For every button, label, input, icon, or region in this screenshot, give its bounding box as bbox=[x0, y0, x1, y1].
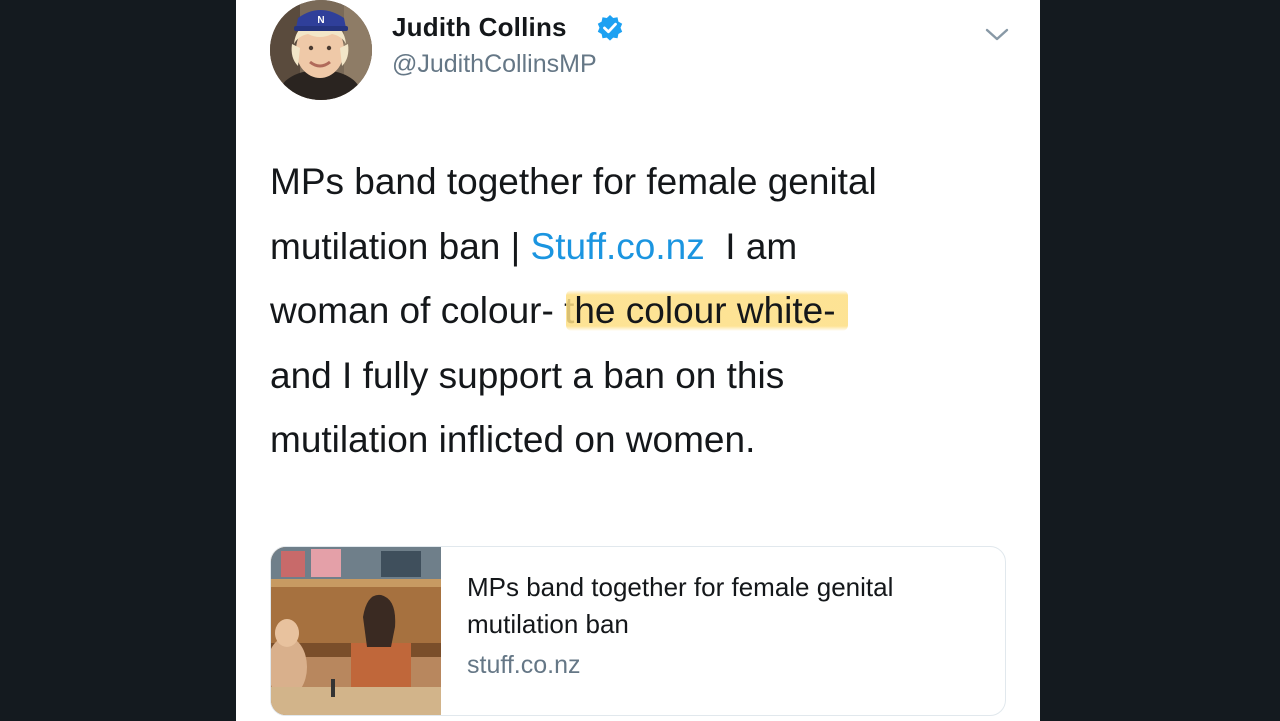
tweet-text-segment: MPs band together for female genital bbox=[270, 161, 877, 202]
tweet-text: MPs band together for female genital mut… bbox=[270, 150, 990, 473]
avatar[interactable]: N bbox=[270, 0, 372, 100]
tweet-text-line: MPs band together for female genital bbox=[270, 150, 990, 215]
chevron-down-icon[interactable] bbox=[984, 24, 1010, 44]
tweet-text-segment: mutilation ban | bbox=[270, 225, 531, 267]
verified-badge-icon bbox=[597, 15, 623, 41]
tweet-text-segment: mutilation inflicted on women. bbox=[270, 419, 756, 460]
tweet-card: N Judith Collins @JudithCollinsMP MPs ba… bbox=[236, 0, 1040, 721]
link-preview-title[interactable]: MPs band together for female genital mut… bbox=[467, 569, 997, 643]
link-preview-thumbnail bbox=[271, 547, 441, 715]
highlighted-text: he colour white- bbox=[566, 290, 848, 331]
profile-photo: N bbox=[270, 0, 372, 100]
svg-text:N: N bbox=[317, 15, 324, 26]
tweet-text-line: mutilation inflicted on women. bbox=[270, 408, 990, 473]
article-photo bbox=[271, 547, 441, 715]
author-display-name[interactable]: Judith Collins bbox=[392, 12, 567, 43]
link-preview-card[interactable]: MPs band together for female genital mut… bbox=[270, 546, 1006, 716]
tweet-text-line: mutilation ban | Stuff.co.nz I am bbox=[270, 215, 990, 280]
screenshot-stage: N Judith Collins @JudithCollinsMP MPs ba… bbox=[0, 0, 1280, 721]
tweet-text-line: and I fully support a ban on this bbox=[270, 344, 990, 409]
link-preview-domain: stuff.co.nz bbox=[467, 651, 581, 679]
tweet-inline-link[interactable]: Stuff.co.nz bbox=[531, 226, 705, 267]
tweet-text-line: woman of colour- the colour white- bbox=[270, 279, 990, 344]
tweet-text-segment: and I fully support a ban on this bbox=[270, 354, 785, 396]
tweet-text-segment: I am bbox=[704, 225, 798, 267]
tweet-text-segment: woman of colour- t bbox=[270, 290, 575, 331]
author-handle[interactable]: @JudithCollinsMP bbox=[392, 50, 597, 79]
